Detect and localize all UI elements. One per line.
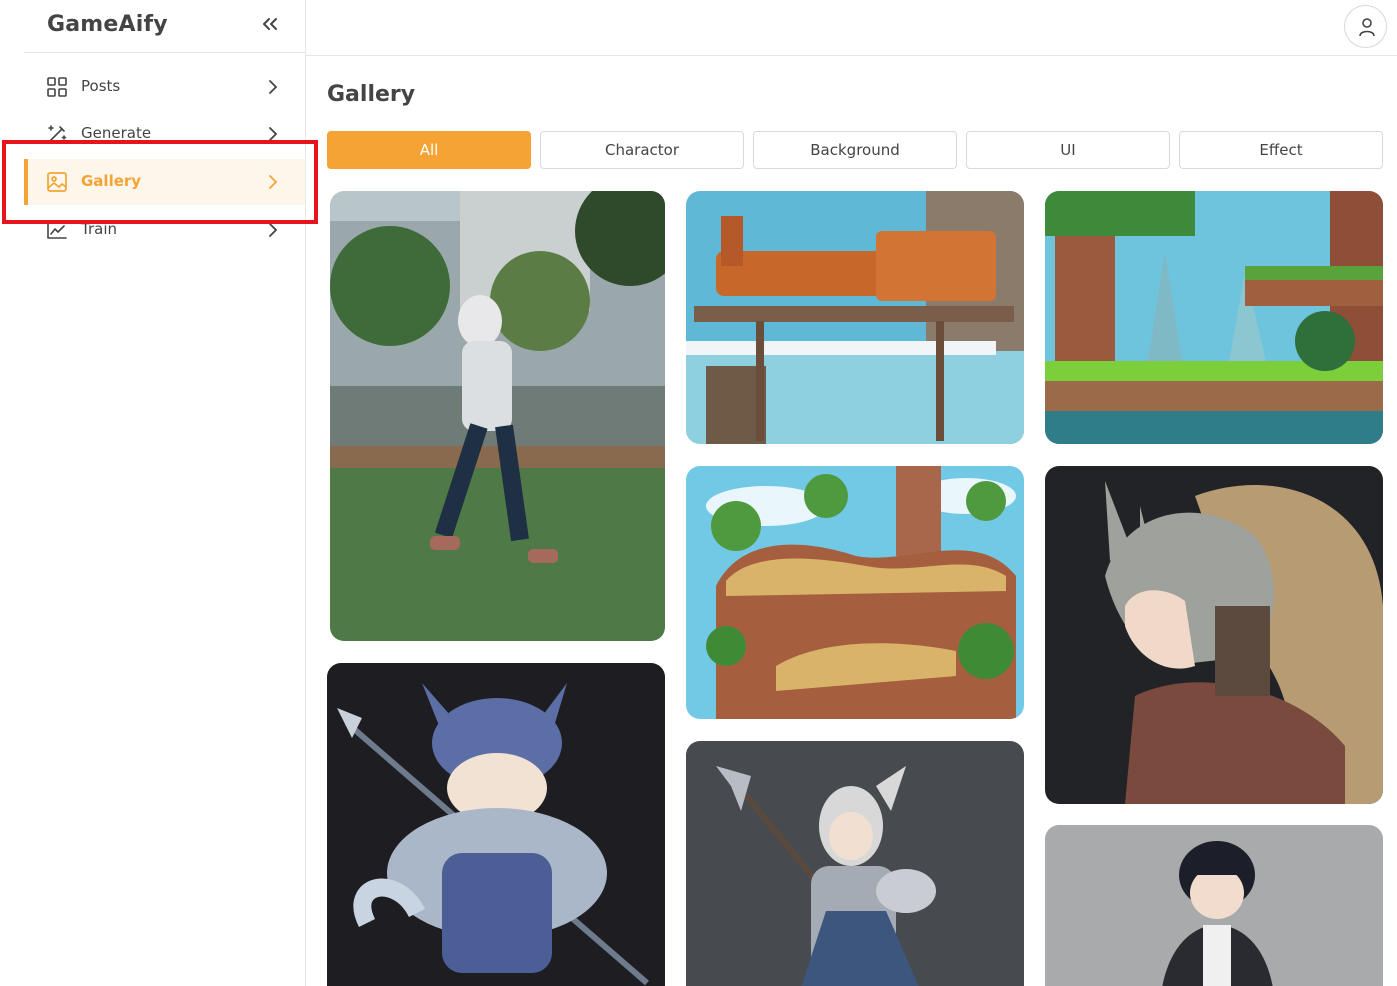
filter-effect-button[interactable]: Effect xyxy=(1179,131,1383,169)
page-title: Gallery xyxy=(327,82,416,107)
magic-wand-icon xyxy=(46,123,68,145)
grid-icon xyxy=(46,76,68,98)
gallery-card-rusty-machine[interactable] xyxy=(686,191,1024,444)
gallery-card-dragon-warrior[interactable] xyxy=(1045,466,1383,804)
sidebar-item-gallery[interactable]: Gallery xyxy=(24,159,305,205)
sidebar-item-label: Train xyxy=(81,220,117,238)
gallery-card-dragon-knight[interactable] xyxy=(327,663,665,986)
gallery-card-floating-island[interactable] xyxy=(686,466,1024,719)
app-logo: GameAify xyxy=(47,12,168,37)
image-icon xyxy=(46,171,68,193)
sidebar-item-label: Gallery xyxy=(81,172,142,190)
sidebar-item-train[interactable]: Train xyxy=(24,207,305,253)
chevron-right-icon xyxy=(264,125,282,143)
filter-all-button[interactable]: All xyxy=(327,131,531,169)
gallery-image xyxy=(686,741,1024,986)
sidebar-item-label: Generate xyxy=(81,124,152,142)
chevron-right-icon xyxy=(264,173,282,191)
collapse-sidebar-icon[interactable] xyxy=(258,12,282,36)
divider xyxy=(24,52,306,53)
filter-background-button[interactable]: Background xyxy=(753,131,957,169)
user-avatar-button[interactable] xyxy=(1344,5,1387,48)
gallery-image xyxy=(1045,825,1383,986)
sidebar-item-label: Posts xyxy=(81,77,121,95)
sidebar-item-posts[interactable]: Posts xyxy=(24,64,305,110)
chevron-right-icon xyxy=(264,78,282,96)
gallery-card-boy-walking[interactable] xyxy=(330,191,665,641)
line-chart-icon xyxy=(46,219,68,241)
chevron-right-icon xyxy=(264,221,282,239)
gallery-image xyxy=(1045,466,1383,804)
gallery-card-elf-knight[interactable] xyxy=(686,741,1024,986)
gallery-image xyxy=(327,663,665,986)
gallery-card-jungle-cliffs[interactable] xyxy=(1045,191,1383,444)
filter-charactor-button[interactable]: Charactor xyxy=(540,131,744,169)
sidebar-item-generate[interactable]: Generate xyxy=(24,111,305,157)
top-bar xyxy=(306,0,1397,56)
filter-ui-button[interactable]: UI xyxy=(966,131,1170,169)
gallery-image xyxy=(686,466,1024,719)
gallery-image xyxy=(1045,191,1383,444)
user-icon xyxy=(1359,18,1375,37)
gallery-image xyxy=(686,191,1024,444)
sidebar: GameAify Posts Generate Gallery Train xyxy=(0,0,306,986)
gallery-image xyxy=(330,191,665,641)
gallery-card-dark-haired-boy[interactable] xyxy=(1045,825,1383,986)
